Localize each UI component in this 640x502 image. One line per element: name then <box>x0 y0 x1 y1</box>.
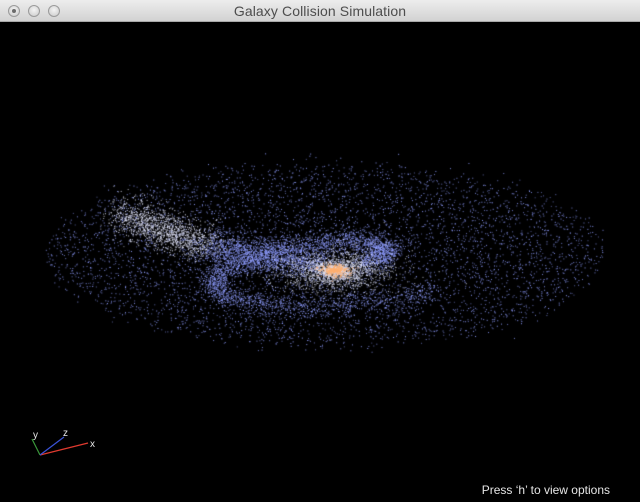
x-axis-label: x <box>90 439 95 450</box>
help-hint: Press ‘h’ to view options <box>481 483 610 497</box>
axis-gizmo: x y z <box>26 427 106 467</box>
title-bar[interactable]: Galaxy Collision Simulation <box>0 0 640 22</box>
app-window: Galaxy Collision Simulation x y z Press … <box>0 0 640 502</box>
z-axis-label: z <box>63 428 68 439</box>
y-axis-label: y <box>33 430 38 441</box>
window-title: Galaxy Collision Simulation <box>233 3 407 19</box>
simulation-viewport[interactable]: x y z Press ‘h’ to view options <box>0 22 640 502</box>
y-axis-line <box>31 438 41 456</box>
